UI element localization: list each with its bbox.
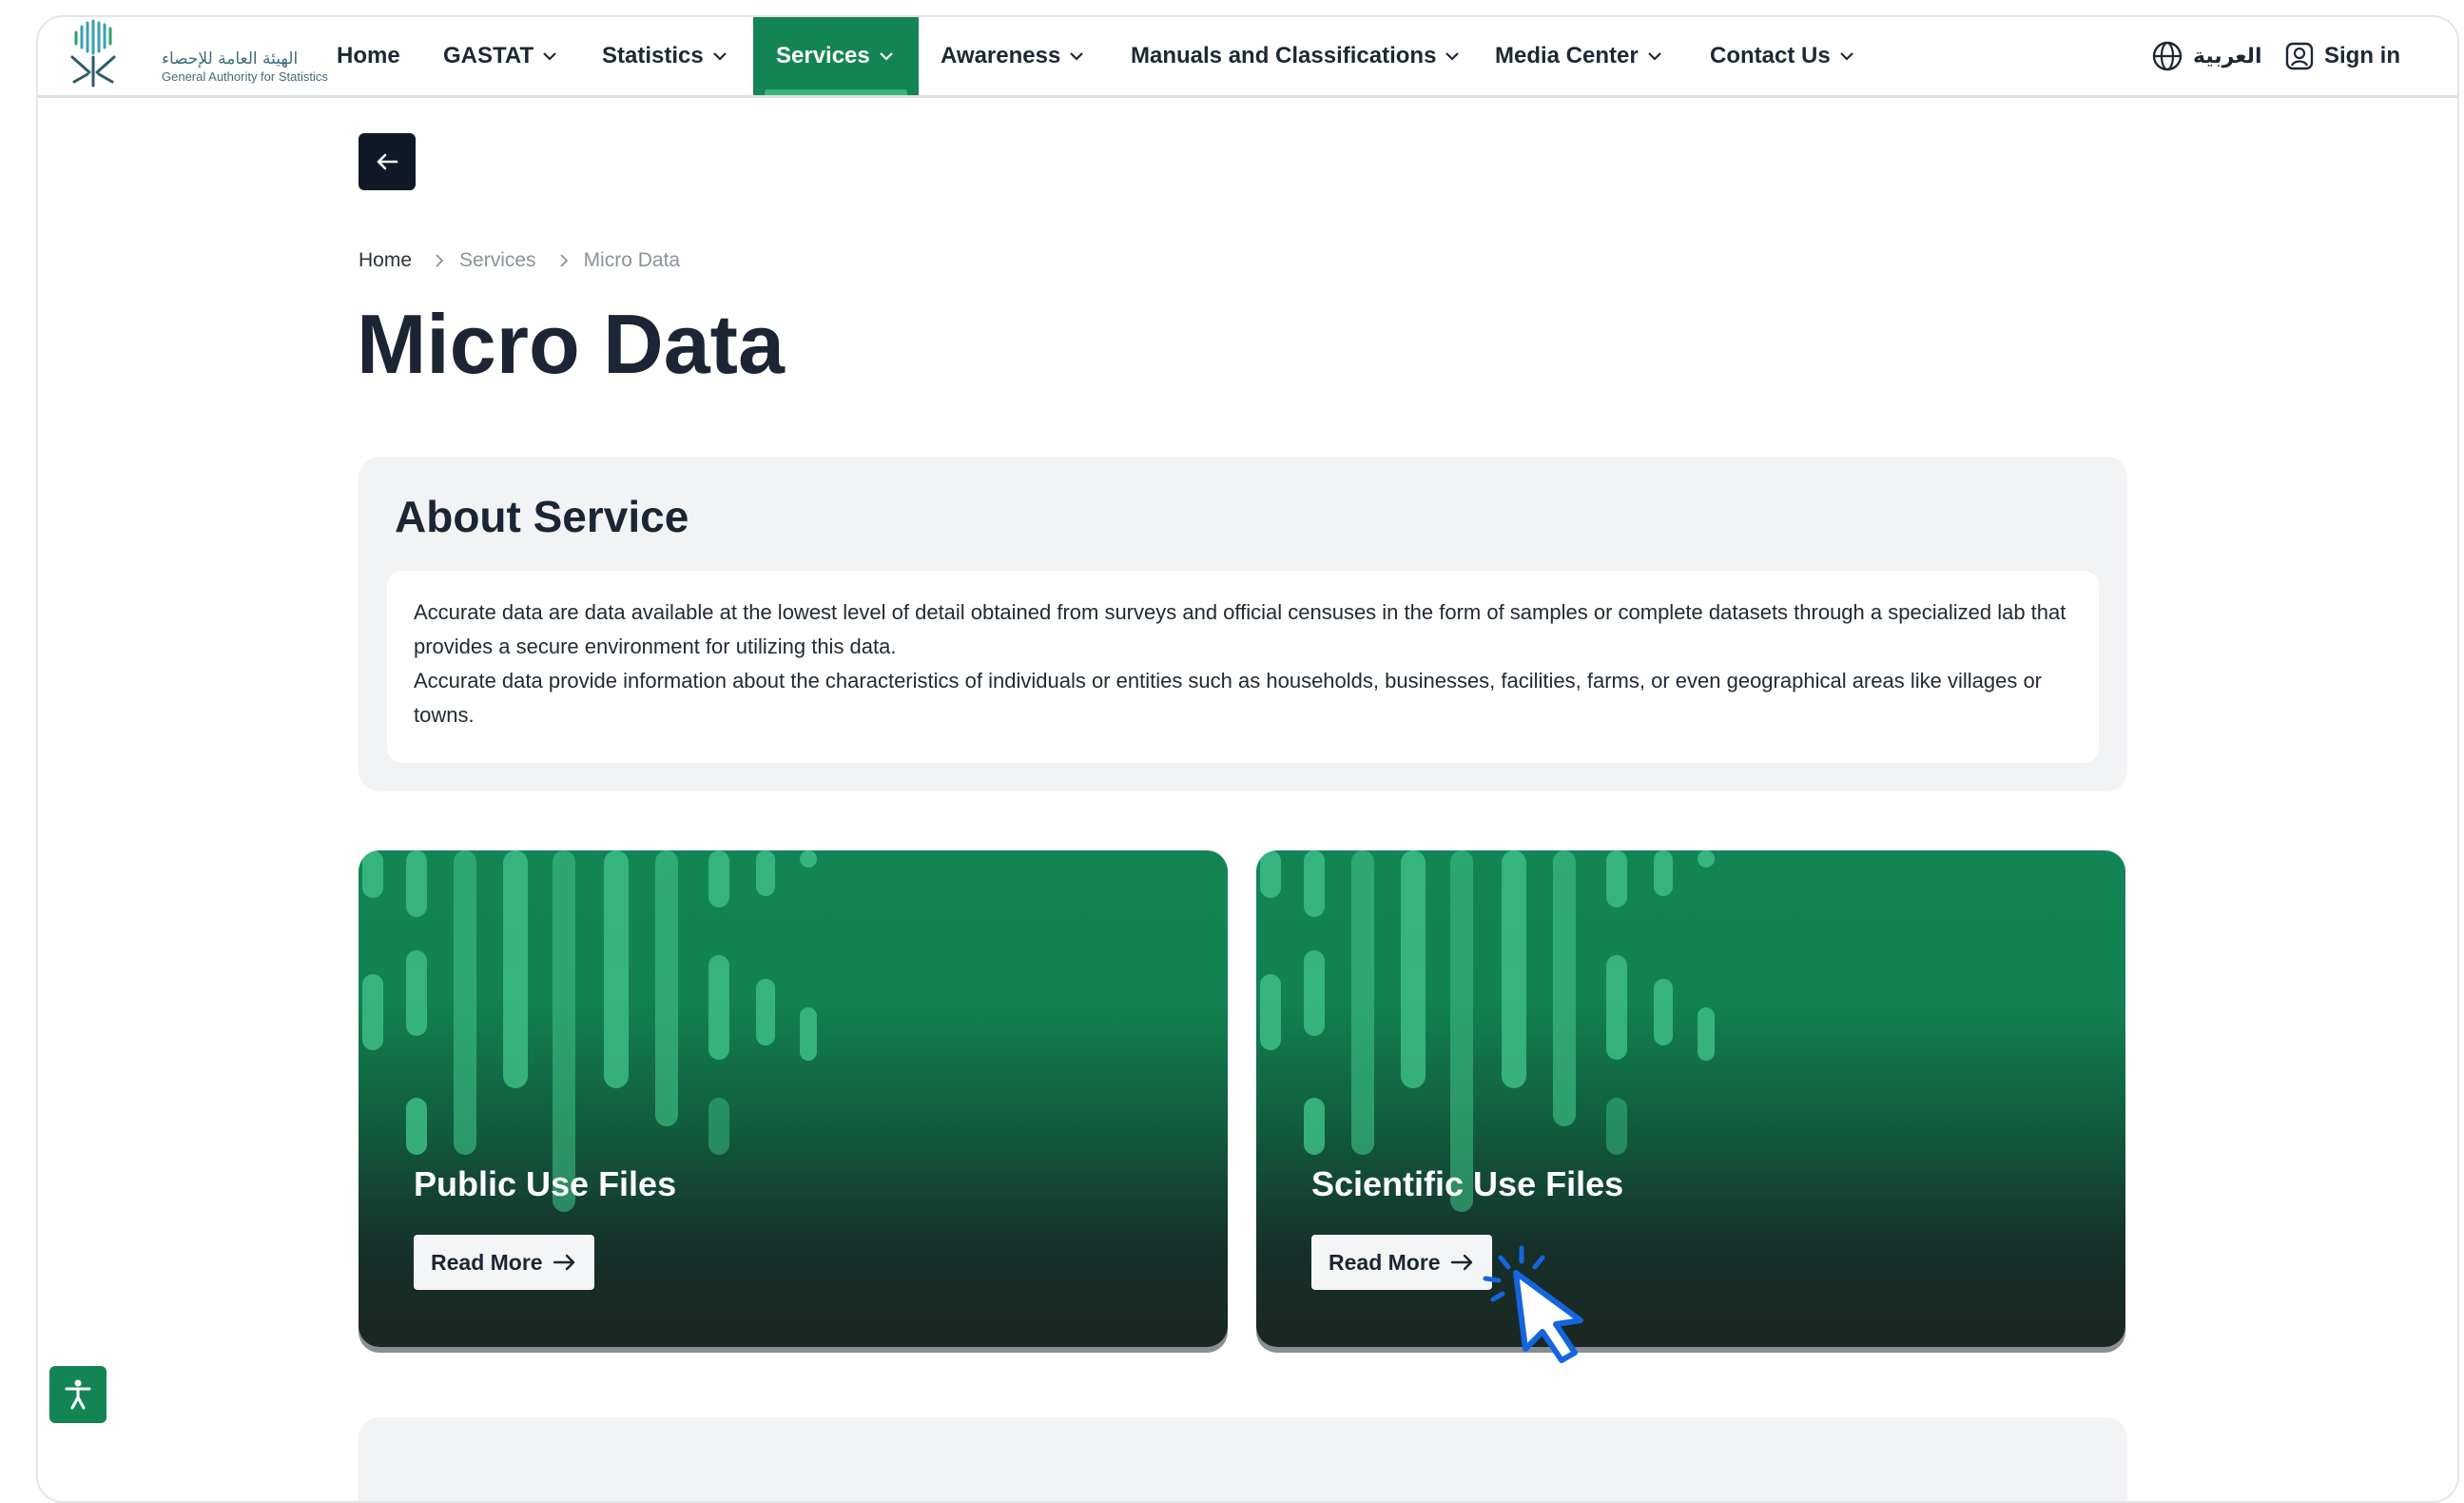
chevron-down-icon	[1445, 52, 1460, 61]
chevron-down-icon	[543, 52, 556, 61]
nav-home[interactable]: Home	[337, 17, 400, 95]
logo-arabic-text: الهيئة العامة للإحصاء	[162, 49, 299, 68]
arrow-right-icon	[553, 1254, 574, 1271]
chevron-down-icon	[879, 52, 893, 61]
next-section-card	[359, 1417, 2127, 1501]
arrow-left-icon	[377, 153, 398, 170]
service-card-scientific-use-files[interactable]: Scientific Use Files Read More	[1256, 850, 2125, 1347]
logo-mark-icon	[70, 19, 116, 88]
chevron-down-icon	[1070, 52, 1084, 61]
service-card-public-use-files[interactable]: Public Use Files Read More	[359, 850, 1228, 1347]
about-service-text-box: Accurate data are data available at the …	[387, 571, 2099, 763]
about-paragraph-1: Accurate data are data available at the …	[414, 600, 2066, 658]
breadcrumb-current: Micro Data	[583, 249, 681, 271]
chevron-right-icon	[559, 254, 568, 267]
logo-english-text: General Authority for Statistics	[162, 69, 328, 84]
nav-gastat[interactable]: GASTAT	[443, 17, 558, 95]
accessibility-button[interactable]	[49, 1366, 107, 1423]
about-service-title: About Service	[395, 492, 689, 541]
gastat-logo[interactable]: الهيئة العامة للإحصاء General Authority …	[67, 19, 328, 91]
chevron-down-icon	[1647, 52, 1661, 61]
breadcrumb: Home Services Micro Data	[359, 249, 680, 272]
read-more-label: Read More	[1329, 1249, 1441, 1275]
nav-media-center[interactable]: Media Center	[1495, 17, 1663, 95]
nav-statistics[interactable]: Statistics	[602, 17, 728, 95]
nav-manuals-label: Manuals and Classifications	[1131, 43, 1437, 68]
site-header: الهيئة العامة للإحصاء General Authority …	[38, 17, 2457, 98]
nav-manuals-classifications[interactable]: Manuals and Classifications	[1131, 17, 1461, 95]
breadcrumb-services[interactable]: Services	[459, 249, 536, 272]
arrow-right-icon	[1450, 1254, 1472, 1271]
user-icon	[2285, 42, 2314, 70]
chevron-down-icon	[712, 52, 727, 61]
card-title: Scientific Use Files	[1311, 1164, 1624, 1203]
chevron-down-icon	[1839, 52, 1853, 61]
read-more-button[interactable]: Read More	[414, 1235, 594, 1290]
nav-awareness-label: Awareness	[941, 43, 1061, 68]
page-title: Micro Data	[357, 297, 785, 391]
accessibility-icon	[65, 1379, 91, 1410]
nav-media-center-label: Media Center	[1495, 43, 1639, 68]
globe-icon	[2152, 41, 2183, 71]
nav-services[interactable]: Services	[753, 17, 919, 95]
nav-contact-us[interactable]: Contact Us	[1710, 17, 1855, 95]
read-more-button[interactable]: Read More	[1311, 1235, 1492, 1290]
card-title: Public Use Files	[414, 1164, 677, 1203]
nav-home-label: Home	[337, 43, 400, 68]
nav-contact-us-label: Contact Us	[1710, 43, 1831, 68]
nav-gastat-label: GASTAT	[443, 43, 534, 68]
about-paragraph-2: Accurate data provide information about …	[414, 669, 2043, 727]
about-service-section: About Service Accurate data are data ava…	[359, 457, 2127, 791]
language-label: العربية	[2193, 44, 2262, 68]
breadcrumb-home[interactable]: Home	[359, 249, 412, 272]
language-switch[interactable]: العربية	[2151, 17, 2262, 95]
nav-services-label: Services	[776, 43, 870, 68]
browser-frame: الهيئة العامة للإحصاء General Authority …	[36, 15, 2459, 1503]
read-more-label: Read More	[431, 1249, 543, 1275]
chevron-right-icon	[436, 254, 444, 267]
nav-statistics-label: Statistics	[602, 43, 704, 68]
back-button[interactable]	[359, 133, 416, 190]
sign-in-label: Sign in	[2324, 43, 2400, 68]
sign-in-button[interactable]: Sign in	[2284, 17, 2400, 95]
nav-awareness[interactable]: Awareness	[941, 17, 1085, 95]
